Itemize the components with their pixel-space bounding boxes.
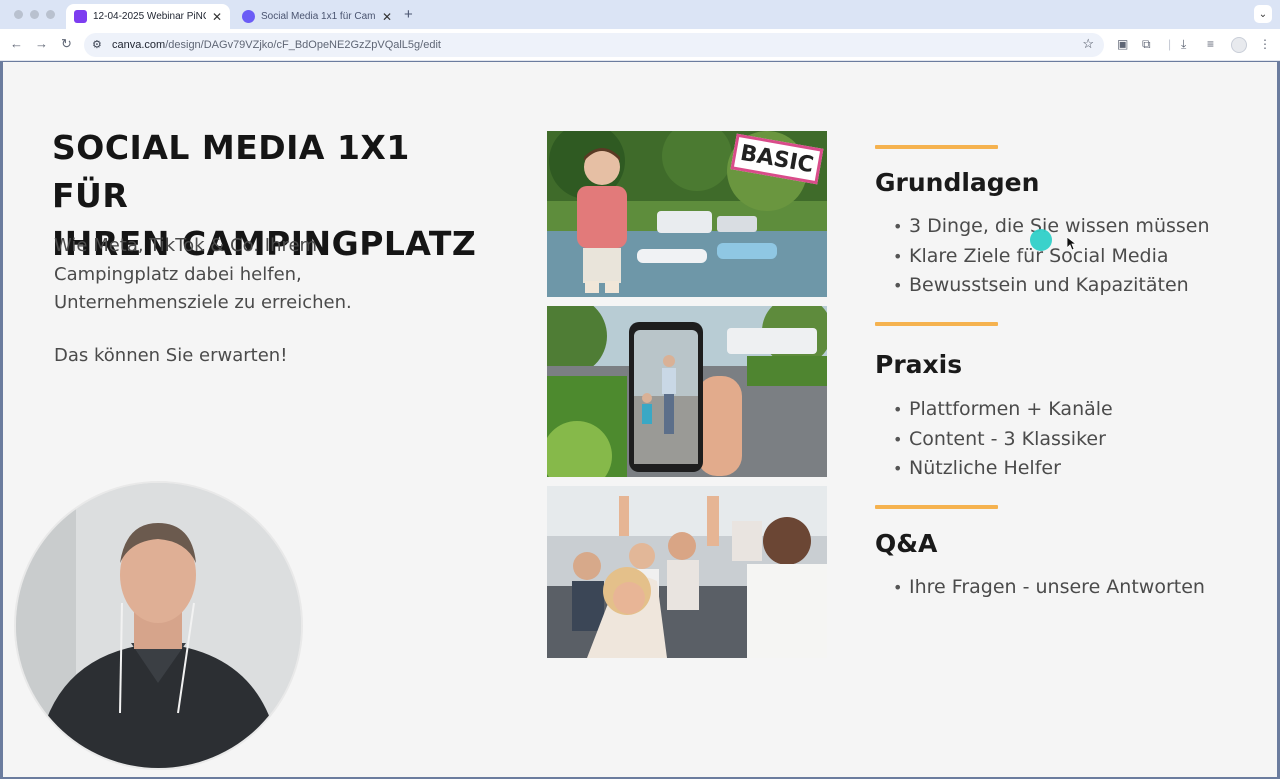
bookmark-star-icon[interactable]: ☆ <box>1082 36 1094 52</box>
url-host: canva.com <box>112 39 166 51</box>
photo-audience-raising-hands <box>547 486 827 658</box>
tab-social-media[interactable]: Social Media 1x1 für Camping ✕ <box>234 4 400 29</box>
expectation-text: Das können Sie erwarten! <box>54 345 288 366</box>
webcam-presenter-bubble[interactable] <box>16 483 301 768</box>
extensions-icon[interactable]: ⧉ <box>1142 37 1151 52</box>
close-tab-icon[interactable]: ✕ <box>212 10 222 24</box>
url-path: /design/DAGv79VZjko/cF_BdOpeNE2GzZpVQalL… <box>165 39 441 51</box>
tab-title: 12-04-2025 Webinar PiNCAMP <box>93 11 206 22</box>
photo-phone-family-walk <box>547 306 827 477</box>
window-minimize-dot[interactable] <box>30 10 39 19</box>
section-divider <box>875 145 998 149</box>
close-tab-icon[interactable]: ✕ <box>382 10 392 24</box>
list-item-text: 3 Dinge, die Sie wissen müssen <box>909 215 1210 237</box>
window-maximize-dot[interactable] <box>46 10 55 19</box>
section-list-qa: • Ihre Fragen - unsere Antworten <box>893 573 1205 603</box>
list-item: • Plattformen + Kanäle <box>893 395 1113 425</box>
tab-webinar[interactable]: 12-04-2025 Webinar PiNCAMP ✕ <box>66 4 230 29</box>
forward-icon[interactable]: → <box>35 36 48 51</box>
slide-subtitle: Wie Meta, TikTok & Co. Ihrem Campingplat… <box>54 232 414 318</box>
window-close-dot[interactable] <box>14 10 23 19</box>
toolbar-divider: | <box>1168 37 1172 51</box>
gear-favicon-icon <box>242 10 255 23</box>
profile-avatar[interactable] <box>1231 37 1247 53</box>
subtitle-line: Wie Meta, TikTok & Co. Ihrem <box>54 235 318 256</box>
tab-title: Social Media 1x1 für Camping <box>261 11 376 22</box>
tab-search-chevron-icon[interactable]: ⌄ <box>1254 5 1272 23</box>
section-title-praxis: Praxis <box>875 350 963 379</box>
section-title-grundlagen: Grundlagen <box>875 168 1040 197</box>
laser-pointer-icon <box>1030 229 1052 251</box>
list-item-text: Nützliche Helfer <box>909 457 1061 479</box>
bullet-icon: • <box>893 246 903 266</box>
list-item: • Ihre Fragen - unsere Antworten <box>893 573 1205 603</box>
list-item-text: Ihre Fragen - unsere Antworten <box>909 576 1205 598</box>
bullet-icon: • <box>893 276 903 295</box>
list-item-text: Content - 3 Klassiker <box>909 427 1106 450</box>
bullet-icon: • <box>893 400 903 419</box>
more-menu-icon[interactable]: ⋮ <box>1259 37 1271 51</box>
site-info-icon[interactable]: ⚙ <box>92 38 102 51</box>
section-title-qa: Q&A <box>875 529 938 558</box>
bullet-icon: • <box>893 578 903 597</box>
mouse-cursor-icon <box>1067 237 1077 251</box>
reading-list-icon[interactable]: ≡ <box>1207 37 1214 51</box>
section-list-grundlagen: • 3 Dinge, die Sie wissen müssen • Klare Z… <box>893 212 1210 301</box>
section-divider <box>875 505 998 509</box>
section-list-praxis: • Plattformen + Kanäle • Content - 3 Klass… <box>893 395 1113 484</box>
back-icon[interactable]: ← <box>10 36 23 51</box>
address-bar[interactable]: ⚙ canva.com/design/DAGv79VZjko/cF_BdOpeN… <box>84 33 1104 57</box>
url-text[interactable]: canva.com/design/DAGv79VZjko/cF_BdOpeNE2… <box>112 39 441 51</box>
subtitle-line: Unternehmensziele zu erreichen. <box>54 292 352 313</box>
browser-tab-bar: 12-04-2025 Webinar PiNCAMP ✕ Social Medi… <box>0 0 1280 29</box>
section-divider <box>875 322 998 326</box>
list-item-text: Plattformen + Kanäle <box>909 398 1113 420</box>
presentation-slide: SOCIAL MEDIA 1X1 FÜR IHREN CAMPINGPLATZ … <box>3 62 1277 777</box>
browser-toolbar: ← → ↻ ⚙ canva.com/design/DAGv79VZjko/cF_… <box>0 29 1280 61</box>
bullet-icon: • <box>893 217 903 236</box>
subtitle-line: Campingplatz dabei helfen, <box>54 263 302 285</box>
slide-title-line: SOCIAL MEDIA 1X1 FÜR <box>52 128 410 215</box>
photo-boy-at-lake: BASIC <box>547 131 827 297</box>
download-icon[interactable]: ⤓ <box>1181 37 1186 52</box>
list-item: • Nützliche Helfer <box>893 454 1113 484</box>
bullet-icon: • <box>893 459 903 478</box>
bullet-icon: • <box>893 429 903 449</box>
list-item-text: Bewusstsein und Kapazitäten <box>909 274 1189 296</box>
list-item: • Bewusstsein und Kapazitäten <box>893 271 1210 301</box>
canva-favicon-icon <box>74 10 87 23</box>
list-item: • Content - 3 Klassiker <box>893 425 1113 455</box>
reload-icon[interactable]: ↻ <box>61 36 72 52</box>
translate-icon[interactable]: ▣ <box>1117 37 1128 51</box>
new-tab-icon[interactable]: + <box>404 6 413 23</box>
list-item: • Klare Ziele für Social Media <box>893 242 1210 272</box>
